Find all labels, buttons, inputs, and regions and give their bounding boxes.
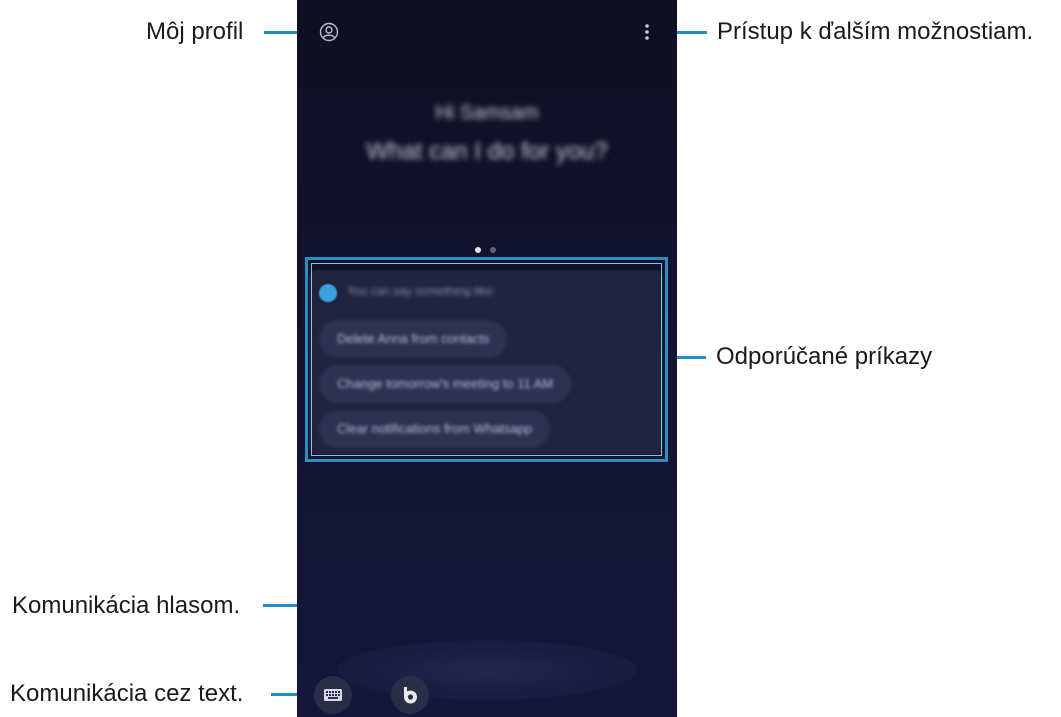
suggested-commands-highlight-inner bbox=[311, 263, 662, 456]
more-vertical-icon[interactable] bbox=[643, 22, 651, 42]
keyboard-icon bbox=[324, 689, 342, 701]
profile-icon[interactable] bbox=[319, 22, 339, 42]
callout-text: Komunikácia cez text. bbox=[10, 680, 244, 707]
voice-glow bbox=[337, 640, 637, 700]
greeting-question: What can I do for you? bbox=[366, 138, 608, 165]
greeting-title: Hi Samsam bbox=[435, 102, 539, 124]
suggested-commands-highlight bbox=[305, 257, 668, 462]
bixby-voice-button[interactable] bbox=[391, 676, 429, 714]
bixby-icon bbox=[404, 687, 417, 704]
callout-voice: Komunikácia hlasom. bbox=[12, 592, 241, 619]
page-dot-active bbox=[475, 247, 481, 253]
callout-more-options: Prístup k ďalším možnostiam. bbox=[717, 18, 1034, 45]
callout-my-profile: Môj profil bbox=[146, 18, 244, 45]
page-dot bbox=[490, 247, 497, 253]
keyboard-button[interactable] bbox=[314, 676, 352, 714]
page-indicator bbox=[475, 240, 501, 258]
callout-suggested-commands: Odporúčané príkazy bbox=[716, 343, 933, 370]
